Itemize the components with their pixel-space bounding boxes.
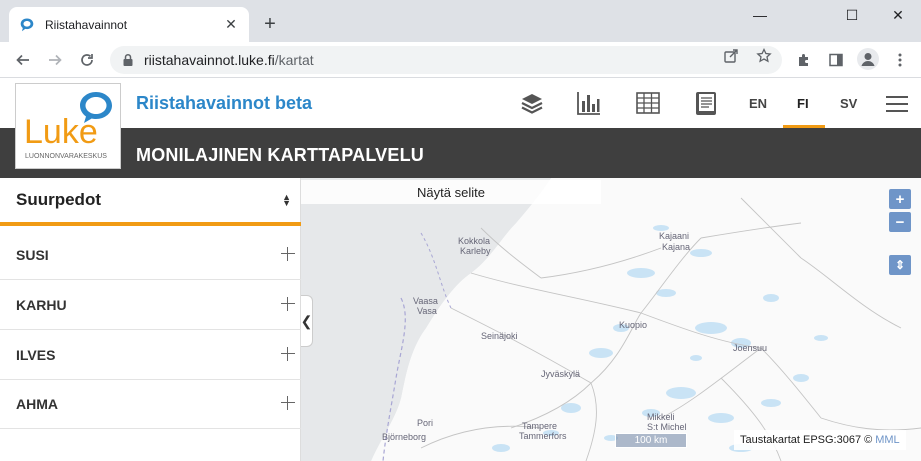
bar-chart-icon[interactable] bbox=[575, 89, 603, 117]
expand-plus-icon[interactable] bbox=[281, 347, 295, 361]
url-host: riistahavainnot.luke.fi bbox=[144, 52, 275, 68]
sidebar-item-karhu[interactable]: KARHU bbox=[0, 280, 301, 330]
sidebar-item-label: AHMA bbox=[16, 395, 58, 412]
sidebar-item-label: ILVES bbox=[16, 346, 56, 363]
extensions-puzzle-icon[interactable] bbox=[794, 50, 814, 70]
map-place-label: Kajana bbox=[662, 242, 691, 252]
map-attribution: Taustakartat EPSG:3067 © MML bbox=[734, 430, 906, 450]
luke-logo[interactable]: Luke LUONNONVARAKESKUS bbox=[15, 83, 121, 169]
map-place-label: Kuopio bbox=[619, 320, 648, 330]
lock-icon bbox=[122, 53, 134, 67]
app-title[interactable]: Riistahavainnot beta bbox=[136, 93, 312, 114]
site-favicon-icon bbox=[19, 17, 35, 33]
bookmark-star-icon[interactable] bbox=[756, 48, 772, 64]
maximize-window-button[interactable]: ☐ bbox=[829, 0, 875, 30]
zoom-out-button[interactable]: − bbox=[889, 212, 911, 232]
url-path: /kartat bbox=[274, 52, 314, 68]
share-icon[interactable] bbox=[723, 48, 739, 64]
map-place-label: Jyväskylä bbox=[541, 369, 581, 379]
language-en[interactable]: EN bbox=[749, 96, 767, 111]
logo-brand-text: Luke bbox=[24, 113, 98, 151]
close-window-button[interactable]: ✕ bbox=[875, 0, 921, 30]
sidebar-item-label: SUSI bbox=[16, 246, 49, 263]
species-group-select-value: Suurpedot bbox=[16, 190, 101, 209]
forward-arrow-icon[interactable] bbox=[43, 48, 67, 72]
map-scale-bar: 100 km bbox=[615, 433, 687, 448]
reload-icon[interactable] bbox=[75, 48, 99, 72]
browser-tab-strip: Riistahavainnot ✕ + — ☐ ✕ bbox=[0, 0, 921, 42]
map-place-label: Vaasa bbox=[413, 296, 438, 306]
language-sv[interactable]: SV bbox=[840, 96, 857, 111]
show-legend-button[interactable]: Näytä selite bbox=[301, 180, 601, 204]
map-place-label: Tampere bbox=[522, 421, 558, 431]
zoom-in-button[interactable]: + bbox=[889, 189, 911, 209]
url-text: riistahavainnot.luke.fi/kartat bbox=[144, 52, 314, 68]
logo-subtitle-text: LUONNONVARAKESKUS bbox=[25, 153, 107, 160]
map-place-label: Seinäjoki bbox=[481, 331, 518, 341]
back-arrow-icon[interactable] bbox=[11, 48, 35, 72]
expand-plus-icon[interactable] bbox=[281, 396, 295, 410]
side-panel-icon[interactable] bbox=[826, 50, 846, 70]
profile-avatar-icon[interactable] bbox=[857, 48, 879, 70]
sidebar: Suurpedot ▲ ▼ SUSI KARHU ILVES AHMA bbox=[0, 178, 301, 461]
sidebar-collapse-button[interactable]: ❮ bbox=[301, 295, 313, 347]
sidebar-item-ilves[interactable]: ILVES bbox=[0, 330, 301, 380]
select-arrows-icon: ▲ ▼ bbox=[282, 192, 291, 208]
language-fi[interactable]: FI bbox=[797, 96, 809, 111]
table-icon[interactable] bbox=[634, 89, 662, 117]
species-group-select[interactable]: Suurpedot ▲ ▼ bbox=[0, 178, 301, 226]
map-place-label: Karleby bbox=[460, 246, 491, 256]
map-place-label: Kokkola bbox=[458, 236, 491, 246]
map-place-label: Mikkeli bbox=[647, 412, 675, 422]
map-base-layer bbox=[301, 178, 921, 461]
map-place-label: Kajaani bbox=[659, 231, 690, 241]
attribution-text: Taustakartat EPSG:3067 © bbox=[740, 434, 873, 446]
map-view[interactable]: Kokkola Karleby Vaasa Vasa Seinäjoki Kaj… bbox=[301, 178, 921, 461]
layer-switcher-icon[interactable]: ⇕ bbox=[889, 255, 911, 275]
sidebar-item-ahma[interactable]: AHMA bbox=[0, 379, 301, 429]
expand-plus-icon[interactable] bbox=[281, 247, 295, 261]
new-tab-button[interactable]: + bbox=[258, 12, 282, 36]
map-place-label: Björneborg bbox=[382, 432, 427, 442]
minimize-window-button[interactable]: — bbox=[737, 0, 783, 30]
attribution-mml-link[interactable]: MML bbox=[875, 434, 899, 446]
browser-menu-kebab-icon[interactable] bbox=[890, 50, 910, 70]
address-bar[interactable]: riistahavainnot.luke.fi/kartat bbox=[110, 46, 782, 74]
map-place-label: Joensuu bbox=[733, 343, 768, 353]
book-icon[interactable] bbox=[692, 89, 720, 117]
map-place-label: Pori bbox=[417, 418, 434, 428]
map-place-label: S:t Michel bbox=[647, 422, 687, 432]
expand-plus-icon[interactable] bbox=[281, 297, 295, 311]
layers-icon[interactable] bbox=[518, 89, 546, 117]
sidebar-item-susi[interactable]: SUSI bbox=[0, 230, 301, 280]
browser-toolbar: riistahavainnot.luke.fi/kartat bbox=[0, 42, 921, 78]
map-place-label: Tammerfors bbox=[519, 431, 567, 441]
tab-title: Riistahavainnot bbox=[45, 17, 128, 32]
sidebar-item-label: KARHU bbox=[16, 296, 67, 313]
page-title: MONILAJINEN KARTTAPALVELU bbox=[136, 145, 424, 165]
tab-close-icon[interactable]: ✕ bbox=[223, 16, 239, 33]
browser-tab[interactable]: Riistahavainnot ✕ bbox=[9, 7, 249, 42]
map-place-label: Vasa bbox=[417, 306, 437, 316]
menu-icon[interactable] bbox=[886, 96, 908, 112]
